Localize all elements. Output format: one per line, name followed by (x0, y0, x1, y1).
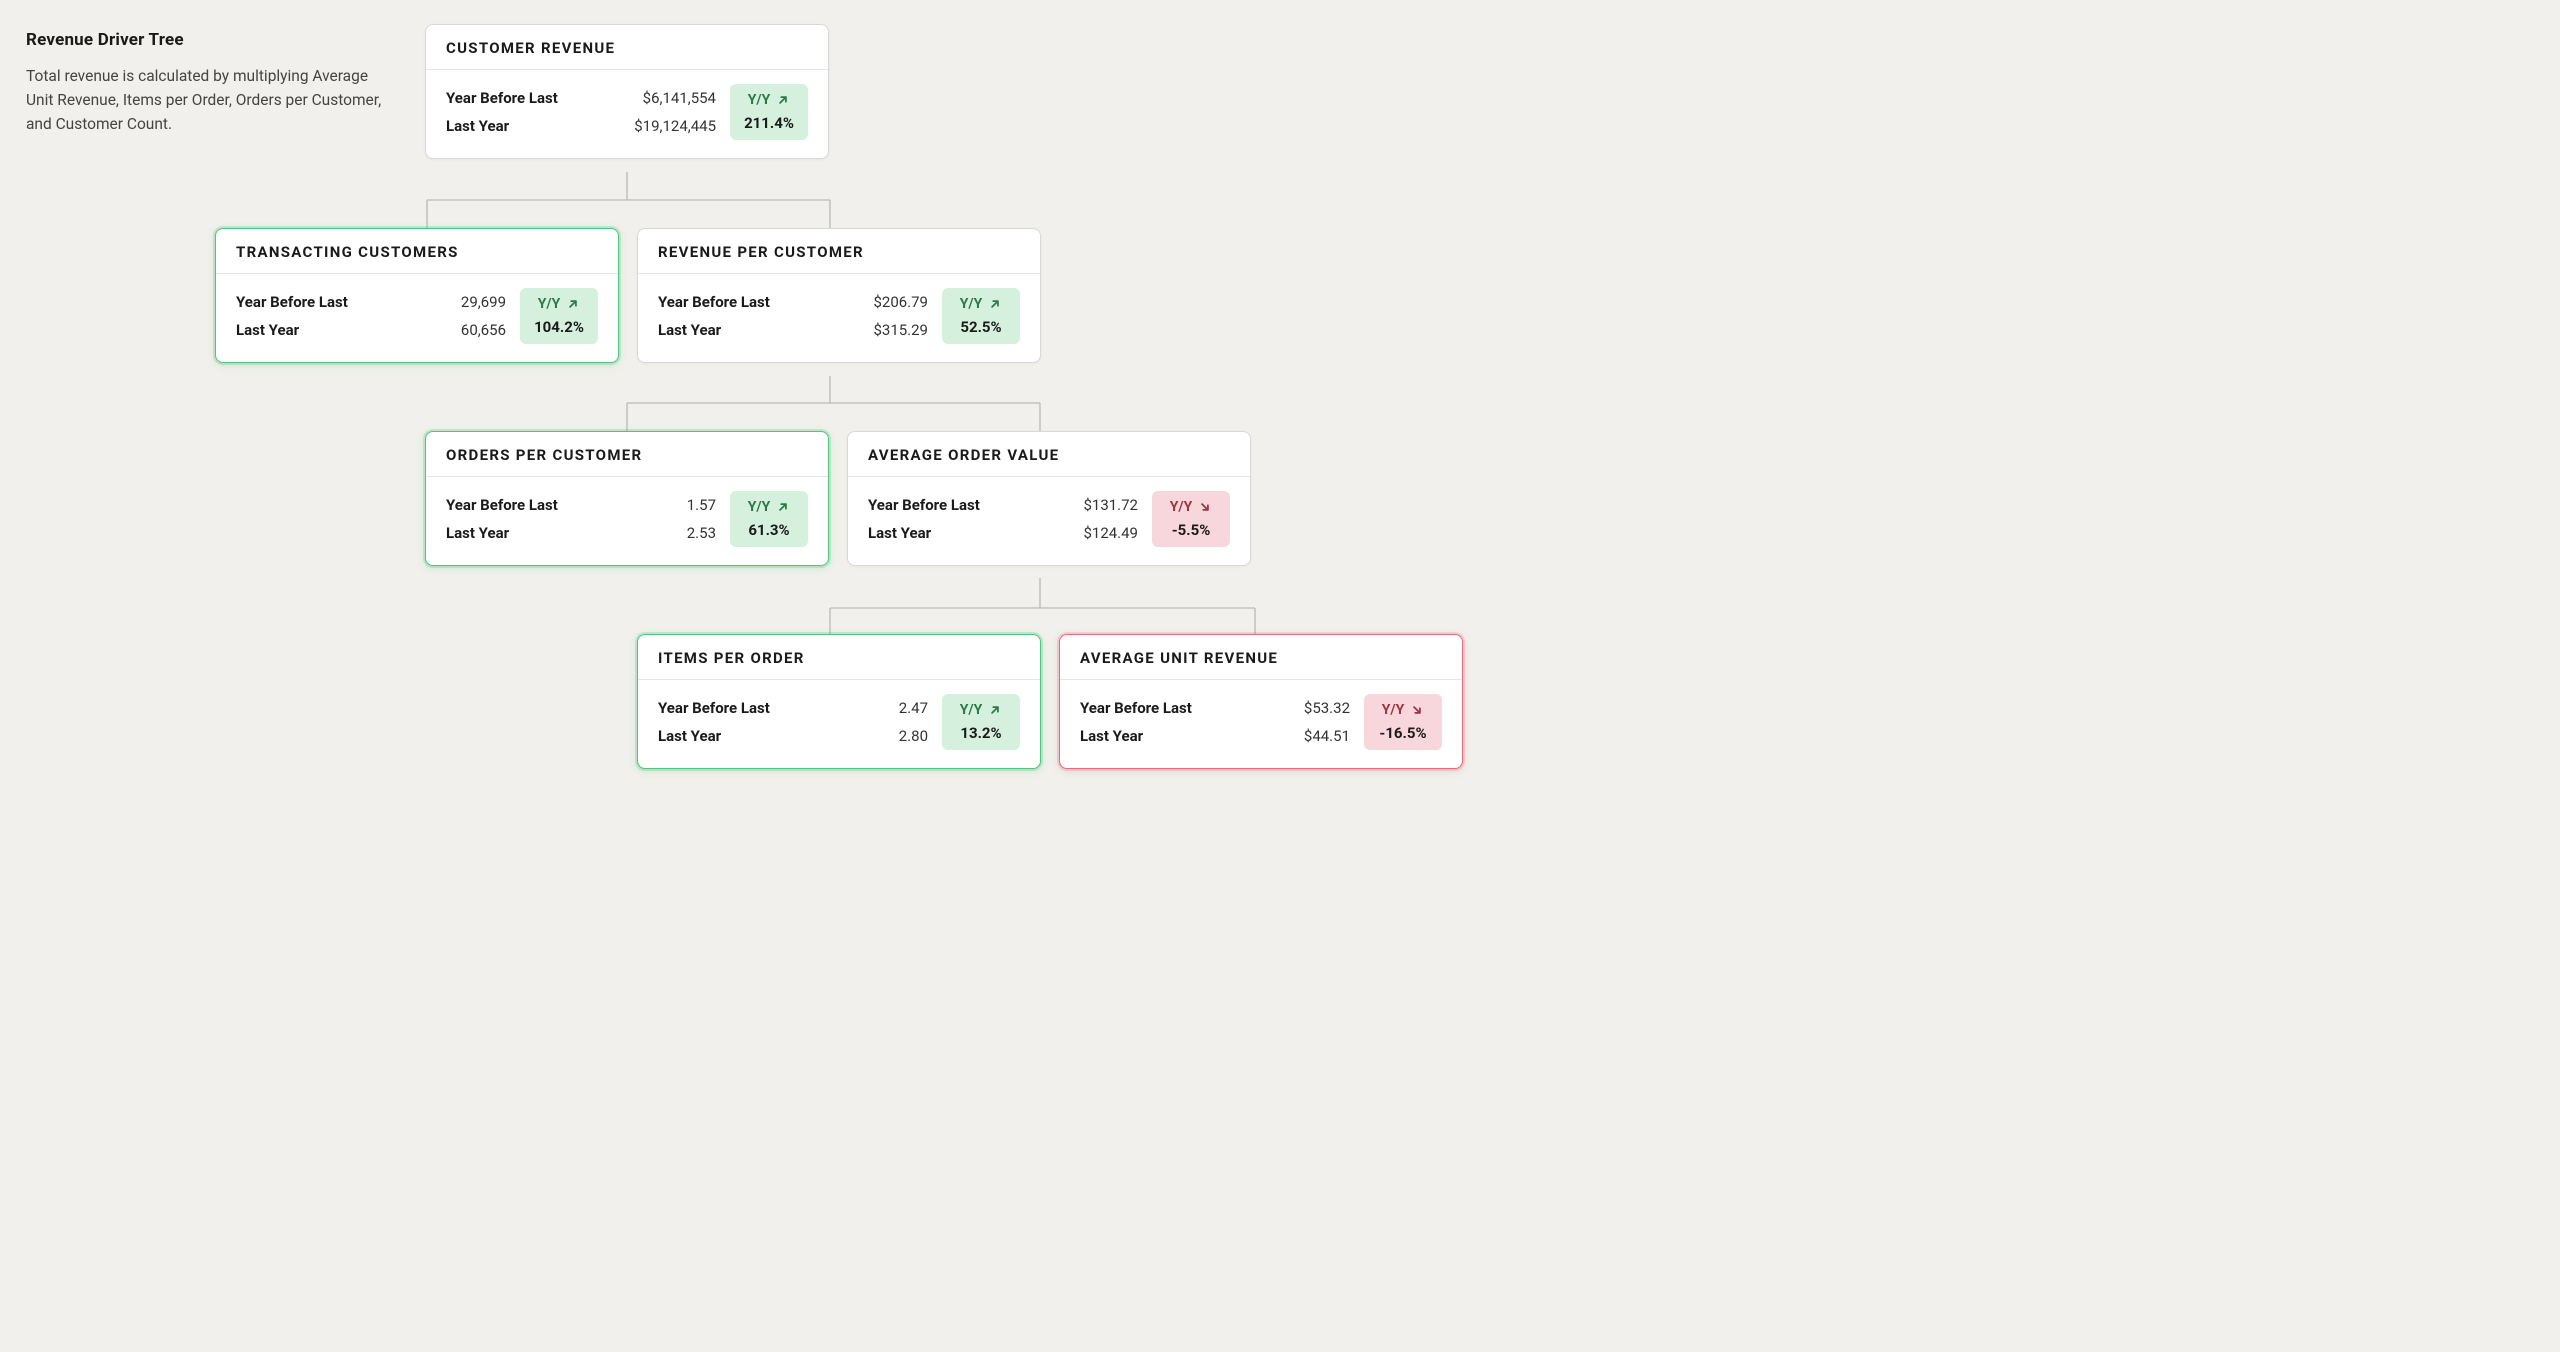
yoy-percent: 52.5% (960, 318, 1001, 336)
yoy-percent: -16.5% (1379, 724, 1426, 742)
yoy-badge: Y/Y -5.5% (1152, 491, 1230, 547)
yoy-badge: Y/Y 211.4% (730, 84, 808, 140)
yoy-badge: Y/Y 104.2% (520, 288, 598, 344)
metric-value-ybl: $206.79 (873, 293, 928, 311)
node-title: ITEMS PER ORDER (638, 635, 1040, 680)
metric-label-ybl: Year Before Last (446, 89, 558, 107)
yoy-badge: Y/Y 52.5% (942, 288, 1020, 344)
yoy-percent: 211.4% (744, 114, 794, 132)
metric-label-ybl: Year Before Last (868, 496, 980, 514)
yoy-label: Y/Y (1170, 499, 1193, 515)
metric-label-ly: Last Year (446, 117, 509, 135)
metric-label-ly: Last Year (868, 524, 931, 542)
metric-label-ybl: Year Before Last (446, 496, 558, 514)
yoy-label: Y/Y (538, 296, 561, 312)
node-title: REVENUE PER CUSTOMER (638, 229, 1040, 274)
arrow-up-right-icon (776, 93, 790, 107)
yoy-percent: 104.2% (534, 318, 584, 336)
arrow-up-right-icon (988, 297, 1002, 311)
node-title: CUSTOMER REVENUE (426, 25, 828, 70)
node-items-per-order: ITEMS PER ORDER Year Before Last 2.47 Las… (637, 634, 1041, 769)
yoy-label: Y/Y (748, 92, 771, 108)
node-title: AVERAGE ORDER VALUE (848, 432, 1250, 477)
metric-value-ly: 60,656 (461, 321, 506, 339)
node-average-unit-revenue: AVERAGE UNIT REVENUE Year Before Last $53… (1059, 634, 1463, 769)
page-description: Total revenue is calculated by multiplyi… (26, 64, 396, 136)
metric-label-ly: Last Year (658, 321, 721, 339)
yoy-percent: -5.5% (1172, 521, 1211, 539)
yoy-percent: 61.3% (748, 521, 789, 539)
arrow-up-right-icon (566, 297, 580, 311)
node-title: TRANSACTING CUSTOMERS (216, 229, 618, 274)
node-average-order-value: AVERAGE ORDER VALUE Year Before Last $131… (847, 431, 1251, 566)
yoy-badge: Y/Y 61.3% (730, 491, 808, 547)
metric-label-ly: Last Year (236, 321, 299, 339)
arrow-up-right-icon (988, 703, 1002, 717)
arrow-down-right-icon (1198, 500, 1212, 514)
node-orders-per-customer: ORDERS PER CUSTOMER Year Before Last 1.57… (425, 431, 829, 566)
metric-label-ybl: Year Before Last (1080, 699, 1192, 717)
metric-value-ybl: 2.47 (899, 699, 928, 717)
metric-value-ly: 2.80 (899, 727, 928, 745)
metric-value-ybl: 29,699 (461, 293, 506, 311)
node-transacting-customers: TRANSACTING CUSTOMERS Year Before Last 29… (215, 228, 619, 363)
yoy-label: Y/Y (960, 702, 983, 718)
metric-value-ly: $19,124,445 (634, 117, 716, 135)
metric-label-ly: Last Year (1080, 727, 1143, 745)
metric-label-ybl: Year Before Last (658, 699, 770, 717)
yoy-label: Y/Y (960, 296, 983, 312)
metric-value-ly: 2.53 (687, 524, 716, 542)
metric-label-ybl: Year Before Last (658, 293, 770, 311)
yoy-label: Y/Y (748, 499, 771, 515)
metric-value-ly: $315.29 (873, 321, 928, 339)
yoy-label: Y/Y (1382, 702, 1405, 718)
metric-value-ybl: 1.57 (687, 496, 716, 514)
node-title: AVERAGE UNIT REVENUE (1060, 635, 1462, 680)
metric-value-ybl: $6,141,554 (643, 89, 716, 107)
metric-value-ly: $44.51 (1304, 727, 1350, 745)
page-title: Revenue Driver Tree (26, 30, 396, 50)
arrow-up-right-icon (776, 500, 790, 514)
metric-label-ly: Last Year (446, 524, 509, 542)
metric-value-ly: $124.49 (1083, 524, 1138, 542)
yoy-badge: Y/Y 13.2% (942, 694, 1020, 750)
metric-value-ybl: $131.72 (1083, 496, 1138, 514)
node-title: ORDERS PER CUSTOMER (426, 432, 828, 477)
arrow-down-right-icon (1410, 703, 1424, 717)
metric-value-ybl: $53.32 (1304, 699, 1350, 717)
metric-label-ybl: Year Before Last (236, 293, 348, 311)
metric-label-ly: Last Year (658, 727, 721, 745)
yoy-percent: 13.2% (960, 724, 1001, 742)
yoy-badge: Y/Y -16.5% (1364, 694, 1442, 750)
node-customer-revenue: CUSTOMER REVENUE Year Before Last $6,141,… (425, 24, 829, 159)
node-revenue-per-customer: REVENUE PER CUSTOMER Year Before Last $20… (637, 228, 1041, 363)
intro-panel: Revenue Driver Tree Total revenue is cal… (26, 30, 396, 136)
